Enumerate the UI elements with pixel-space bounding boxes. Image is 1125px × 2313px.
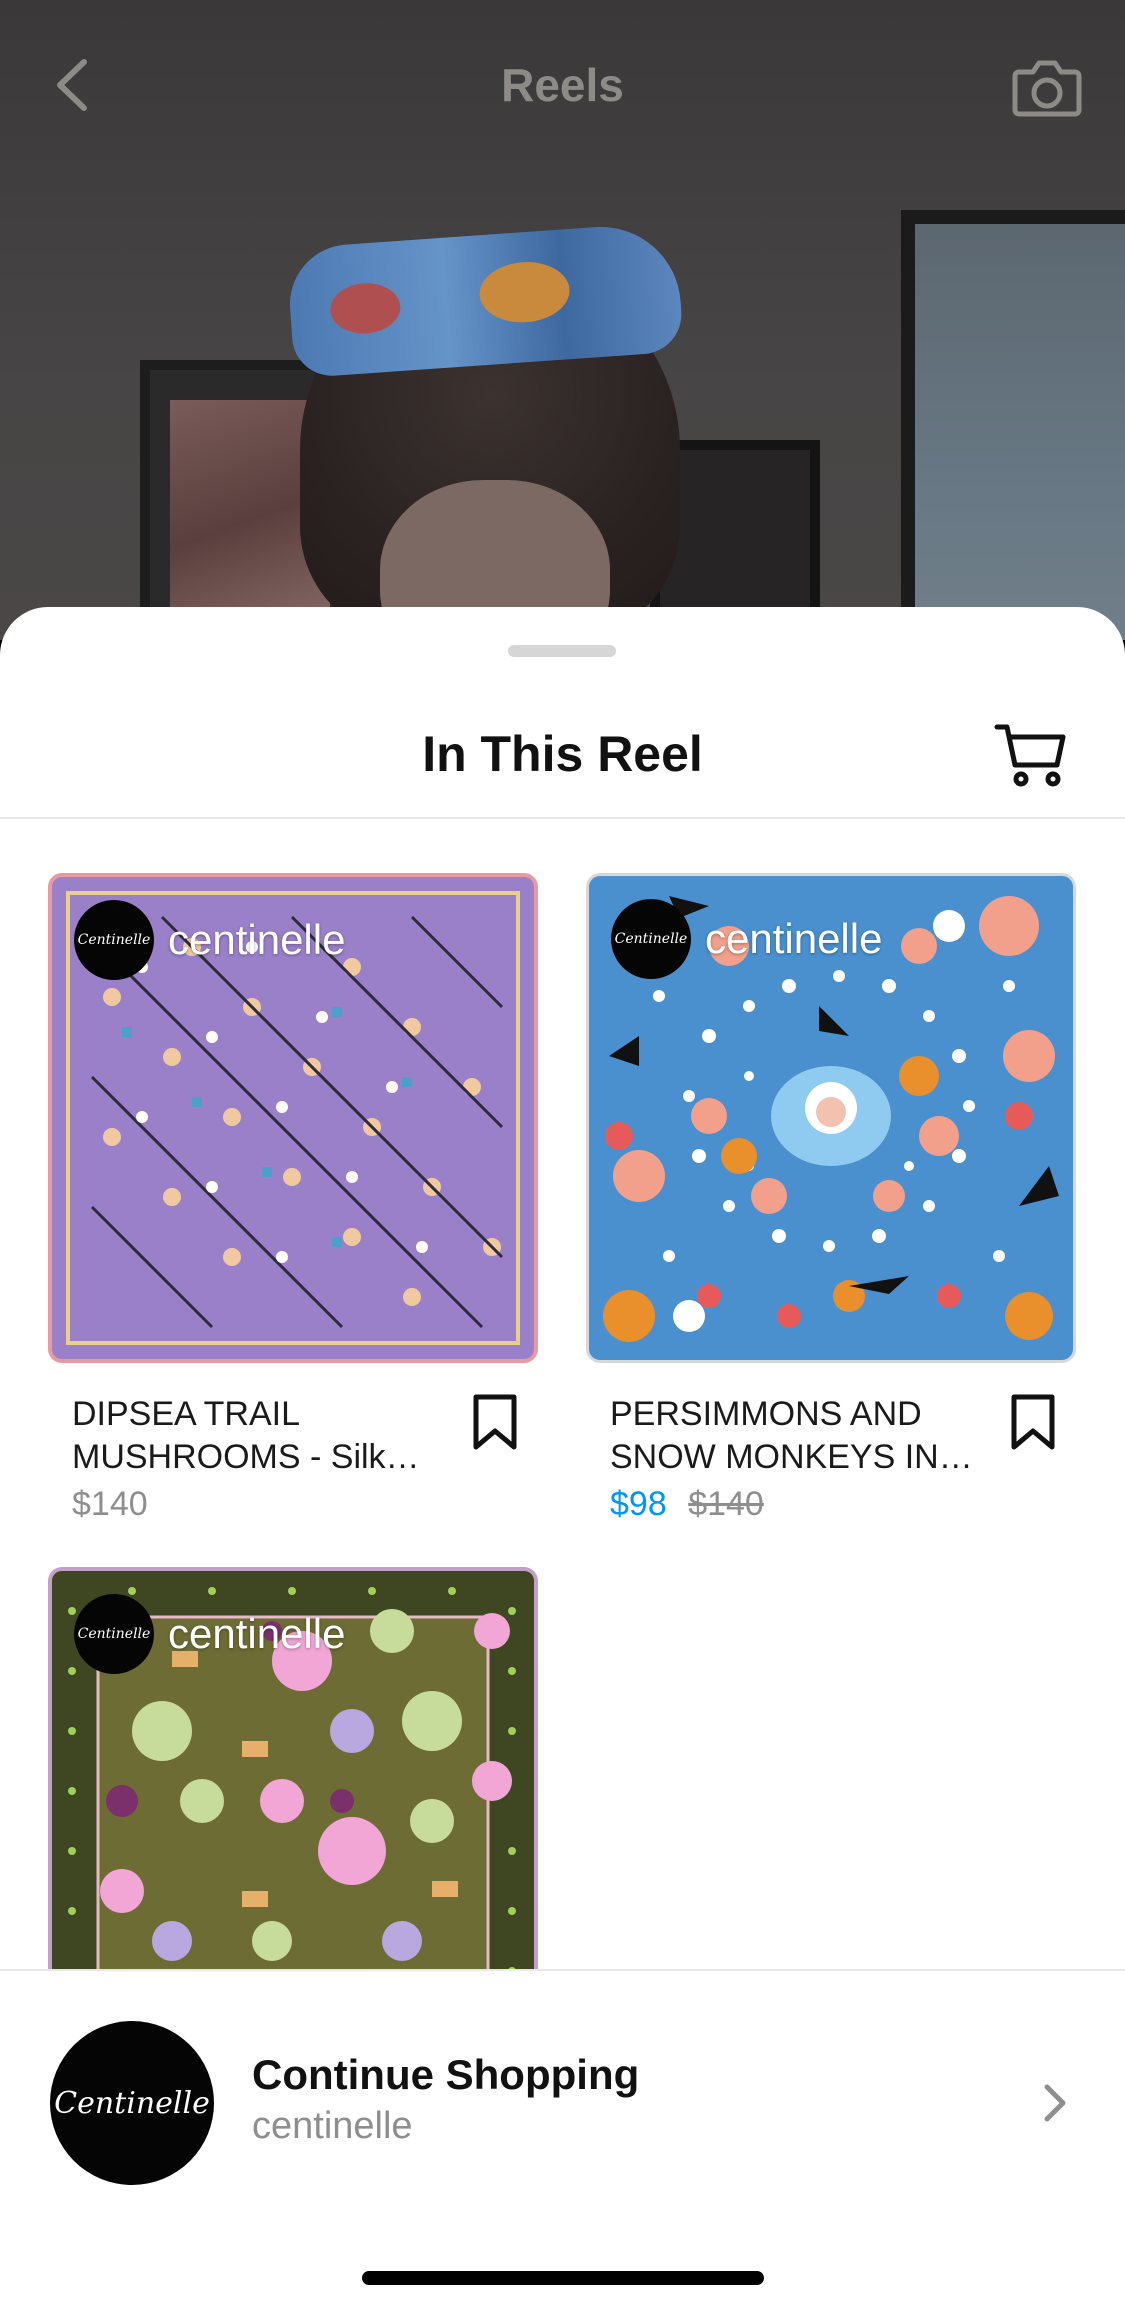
brand-chip[interactable]: Centinelle centinelle — [611, 898, 882, 980]
brand-name: centinelle — [168, 1610, 346, 1657]
product-image[interactable]: Centinelle centinelle — [586, 873, 1076, 1363]
brand-avatar: Centinelle — [74, 1594, 154, 1674]
product-title[interactable]: PERSIMMONS AND SNOW MONKEYS IN… — [610, 1393, 990, 1479]
product-grid: Centinelle centinelle DIPSEA TRAIL MUSHR… — [0, 819, 1125, 2007]
bookmark-icon — [473, 1394, 517, 1450]
sheet-header: In This Reel — [0, 677, 1125, 819]
brand-name: centinelle — [705, 915, 883, 962]
shopping-cart-icon — [994, 724, 1066, 787]
product-title[interactable]: DIPSEA TRAIL MUSHROOMS - Silk… — [72, 1393, 452, 1479]
home-indicator — [362, 2271, 764, 2285]
original-price: $140 — [688, 1485, 764, 1523]
reels-title: Reels — [501, 59, 624, 111]
sheet-grabber[interactable] — [508, 645, 616, 657]
camera-icon — [1012, 60, 1082, 117]
continue-shopping-subtitle: centinelle — [252, 2105, 413, 2147]
brand-chip[interactable]: Centinelle centinelle — [74, 899, 345, 981]
window — [901, 210, 1125, 640]
headscarf — [285, 221, 685, 379]
price-row: $98 $140 — [610, 1485, 764, 1524]
brand-chip[interactable]: Centinelle centinelle — [74, 1593, 345, 1675]
product-image[interactable]: Centinelle centinelle — [48, 873, 538, 1363]
cart-button[interactable] — [993, 717, 1069, 793]
product-card[interactable]: Centinelle centinelle PERSIMMONS AND SNO… — [586, 873, 1076, 1533]
save-button[interactable] — [470, 1393, 520, 1453]
shop-avatar: Centinelle — [50, 2021, 214, 2185]
product-price: $140 — [72, 1485, 148, 1523]
chevron-right-icon — [1035, 2073, 1075, 2133]
brand-avatar: Centinelle — [74, 900, 154, 980]
product-image[interactable]: Centinelle centinelle — [48, 1567, 538, 2007]
brand-avatar: Centinelle — [611, 899, 691, 979]
bookmark-icon — [1011, 1394, 1055, 1450]
save-button[interactable] — [1008, 1393, 1058, 1453]
camera-button[interactable] — [1009, 48, 1085, 124]
product-card[interactable]: Centinelle centinelle — [48, 1567, 538, 2007]
sale-price: $98 — [610, 1485, 667, 1523]
brand-name: centinelle — [168, 916, 346, 963]
reels-top-bar: Reels — [0, 40, 1125, 130]
product-card[interactable]: Centinelle centinelle DIPSEA TRAIL MUSHR… — [48, 873, 538, 1533]
price-row: $140 — [72, 1485, 148, 1524]
continue-shopping-row[interactable]: Centinelle Continue Shopping centinelle — [0, 1969, 1125, 2201]
sheet-title: In This Reel — [422, 726, 703, 782]
continue-shopping-title: Continue Shopping — [252, 2051, 640, 2098]
in-this-reel-sheet: In This Reel Centinelle centinelle DIPSE… — [0, 607, 1125, 2313]
